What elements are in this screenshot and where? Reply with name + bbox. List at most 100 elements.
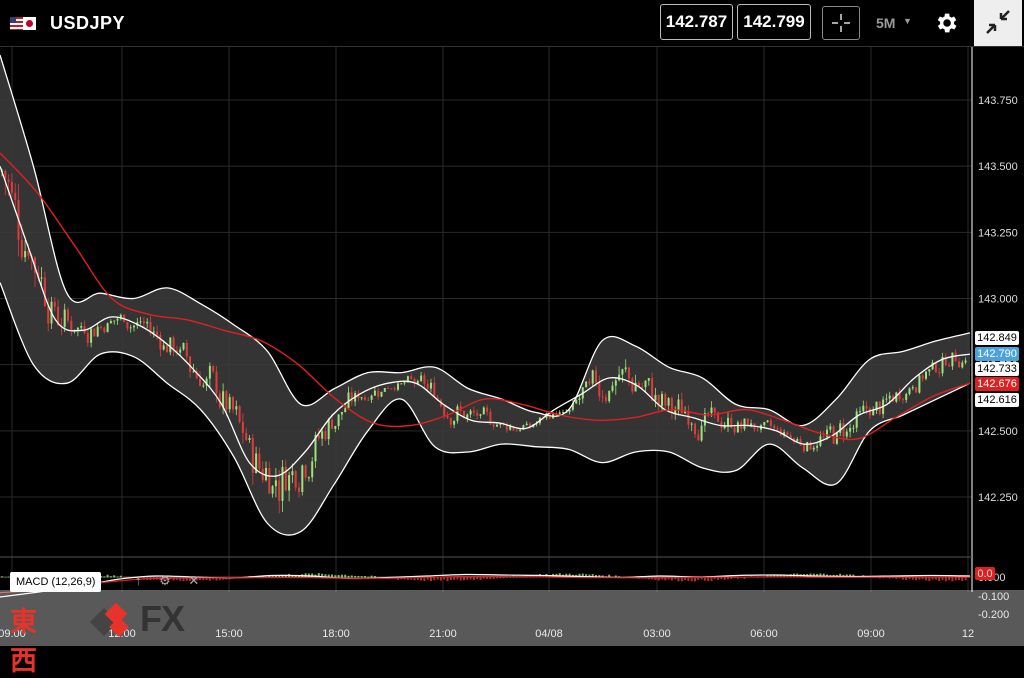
candle-body — [423, 375, 426, 384]
candle-body — [667, 398, 670, 406]
candle-body — [802, 445, 805, 452]
candle-body — [387, 387, 390, 389]
y-tick-label: 143.000 — [978, 294, 1018, 306]
candle-body — [482, 407, 485, 415]
macd-histogram-bar — [116, 576, 119, 578]
candle-body — [901, 399, 904, 401]
macd-histogram-bar — [492, 577, 495, 579]
collapse-button[interactable] — [974, 0, 1022, 46]
macd-histogram-bar — [370, 575, 373, 578]
candle-body — [961, 362, 964, 368]
macd-histogram-bar — [489, 577, 492, 580]
candle-body — [822, 436, 825, 438]
candle-body — [80, 326, 83, 328]
candle-body — [403, 382, 406, 384]
candle-body — [670, 398, 673, 414]
price-tag: 142.849 — [975, 331, 1019, 345]
timeframe-select[interactable]: 5M — [876, 15, 895, 31]
candle-body — [304, 465, 307, 478]
candle-body — [905, 394, 908, 400]
macd-histogram-bar — [476, 577, 479, 580]
candle-body — [291, 471, 294, 476]
candle-body — [126, 321, 129, 329]
close-icon[interactable]: ✕ — [188, 573, 199, 588]
candle-body — [228, 397, 231, 410]
candle-body — [20, 239, 23, 258]
candle-body — [628, 367, 630, 379]
candle-body — [106, 323, 109, 333]
candle-body — [142, 321, 145, 324]
candle-body — [370, 395, 373, 400]
candle-body — [410, 376, 413, 379]
candle-body — [915, 387, 918, 393]
macd-histogram-bar — [496, 577, 498, 579]
candle-body — [268, 468, 271, 494]
candle-body — [360, 397, 363, 399]
macd-histogram-bar — [486, 577, 489, 579]
candle-body — [420, 375, 423, 381]
candle-body — [40, 277, 43, 279]
candle-body — [776, 428, 779, 430]
candle-body — [614, 380, 617, 386]
candle-body — [812, 447, 815, 450]
bid-price-button[interactable]: 142.787 — [660, 4, 733, 40]
candle-body — [601, 396, 604, 398]
macd-histogram-bar — [469, 577, 472, 580]
chevron-down-icon[interactable]: ▼ — [903, 16, 912, 26]
candle-body — [327, 419, 330, 440]
macd-histogram-bar — [354, 575, 357, 578]
candle-body — [859, 411, 861, 413]
candle-body — [367, 399, 370, 401]
candle-body — [954, 352, 957, 362]
candle-body — [96, 326, 99, 337]
candle-body — [918, 375, 921, 393]
candle-body — [694, 423, 696, 435]
candle-body — [934, 362, 937, 373]
gear-icon[interactable]: ⚙ — [159, 573, 171, 588]
macd-histogram-bar — [109, 576, 112, 578]
candle-body — [294, 471, 297, 488]
collapse-icon — [986, 10, 1010, 34]
candle-body — [865, 405, 868, 409]
candle-body — [248, 438, 251, 440]
symbol-label[interactable]: USDJPY — [50, 13, 125, 34]
candle-body — [585, 381, 588, 388]
price-chart[interactable]: 143.750143.500143.250143.000142.750142.5… — [0, 47, 1024, 646]
y-tick-label: 143.500 — [978, 161, 1018, 173]
gear-icon[interactable] — [933, 10, 959, 36]
candle-body — [756, 429, 759, 431]
candle-body — [842, 423, 845, 437]
candle-body — [109, 321, 112, 324]
candle-body — [146, 321, 149, 324]
bollinger-upper-line — [0, 54, 971, 427]
candle-body — [469, 410, 472, 415]
candle-body — [677, 399, 680, 411]
macd-histogram-bar — [340, 574, 343, 578]
candle-body — [337, 414, 340, 426]
candle-body — [562, 412, 564, 414]
candle-body — [631, 378, 634, 392]
candle-body — [868, 408, 871, 416]
macd-label[interactable]: MACD (12,26,9) — [10, 572, 102, 592]
macd-histogram-bar — [357, 575, 360, 578]
macd-histogram-bar — [373, 575, 376, 578]
macd-histogram-bar — [499, 577, 502, 579]
candle-body — [166, 345, 168, 353]
candle-body — [199, 378, 201, 386]
candle-body — [690, 423, 693, 425]
ask-price-button[interactable]: 142.799 — [737, 4, 811, 40]
crosshair-button[interactable] — [822, 6, 860, 40]
candle-body — [911, 387, 914, 389]
candle-body — [258, 453, 261, 469]
candle-body — [324, 431, 327, 440]
candle-body — [713, 407, 716, 413]
candle-body — [430, 382, 432, 389]
macd-histogram-bar — [103, 576, 106, 578]
arrow-up-icon[interactable]: ↑ — [135, 573, 142, 588]
crosshair-icon — [832, 14, 850, 32]
candle-body — [377, 390, 380, 397]
candle-body — [661, 393, 663, 407]
candle-body — [479, 414, 482, 416]
y-tick-label: 142.500 — [978, 426, 1018, 438]
candle-body — [27, 251, 30, 256]
